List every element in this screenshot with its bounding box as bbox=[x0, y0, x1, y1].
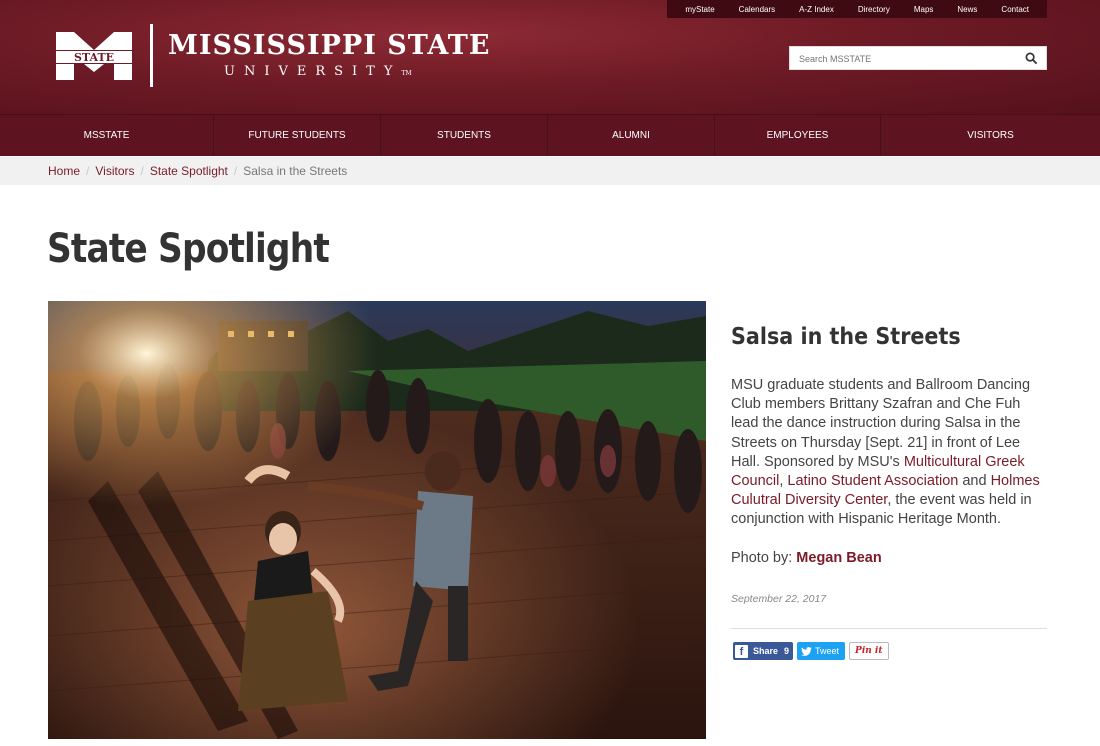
article-photo bbox=[48, 301, 706, 739]
facebook-icon: f bbox=[735, 644, 748, 658]
util-link-calendars[interactable]: Calendars bbox=[727, 5, 787, 14]
util-link-news[interactable]: News bbox=[945, 5, 989, 14]
main-nav: MSSTATE FUTURE STUDENTS STUDENTS ALUMNI … bbox=[0, 114, 1100, 156]
site-header: myState Calendars A-Z Index Directory Ma… bbox=[0, 0, 1100, 114]
twitter-tweet-button[interactable]: Tweet bbox=[797, 642, 846, 660]
util-link-az-index[interactable]: A-Z Index bbox=[787, 5, 846, 14]
photographer-link[interactable]: Megan Bean bbox=[796, 550, 881, 566]
pinterest-pin-button[interactable]: Pin it bbox=[849, 642, 889, 660]
util-link-directory[interactable]: Directory bbox=[846, 5, 902, 14]
share-buttons: f Share 9 Tweet Pin it bbox=[733, 642, 889, 660]
nav-future-students[interactable]: FUTURE STUDENTS bbox=[214, 115, 381, 156]
facebook-share-button[interactable]: f Share 9 bbox=[733, 642, 794, 660]
link-latino-student-association[interactable]: Latino Student Association bbox=[787, 473, 958, 489]
breadcrumb-separator: / bbox=[233, 164, 238, 178]
article-body: MSU graduate students and Ballroom Danci… bbox=[731, 377, 1040, 528]
utility-nav: myState Calendars A-Z Index Directory Ma… bbox=[667, 0, 1047, 18]
util-link-contact[interactable]: Contact bbox=[989, 5, 1041, 14]
nav-employees[interactable]: EMPLOYEES bbox=[715, 115, 881, 156]
post-date: September 22, 2017 bbox=[731, 593, 827, 605]
search-icon[interactable] bbox=[1025, 52, 1038, 65]
breadcrumb-current: Salsa in the Streets bbox=[243, 164, 348, 178]
article-title: Salsa in the Streets bbox=[731, 324, 961, 350]
nav-alumni[interactable]: ALUMNI bbox=[548, 115, 715, 156]
logo-subtitle: UNIVERSITYTM bbox=[224, 64, 412, 79]
util-link-maps[interactable]: Maps bbox=[902, 5, 946, 14]
nav-visitors[interactable]: VISITORS bbox=[881, 115, 1100, 156]
msu-logo-mark[interactable]: STATE bbox=[52, 28, 136, 84]
util-link-mystate[interactable]: myState bbox=[673, 5, 726, 14]
logo-divider bbox=[150, 24, 153, 87]
page-title: State Spotlight bbox=[47, 226, 330, 272]
divider bbox=[731, 628, 1047, 629]
photo-credit: Photo by: Megan Bean bbox=[731, 550, 882, 566]
search-box bbox=[789, 46, 1047, 70]
nav-msstate[interactable]: MSSTATE bbox=[0, 115, 214, 156]
breadcrumb-visitors[interactable]: Visitors bbox=[95, 164, 134, 178]
logo-wordmark[interactable]: MISSISSIPPI STATE bbox=[168, 30, 490, 61]
breadcrumb-home[interactable]: Home bbox=[48, 164, 80, 178]
breadcrumb-separator: / bbox=[86, 164, 90, 178]
svg-text:STATE: STATE bbox=[74, 51, 114, 64]
nav-students[interactable]: STUDENTS bbox=[381, 115, 548, 156]
search-input[interactable] bbox=[790, 48, 1010, 70]
breadcrumb-separator: / bbox=[140, 164, 144, 178]
breadcrumb-state-spotlight[interactable]: State Spotlight bbox=[150, 164, 228, 178]
breadcrumb: Home / Visitors / State Spotlight / Sals… bbox=[0, 157, 1100, 185]
twitter-bird-icon bbox=[801, 646, 812, 656]
